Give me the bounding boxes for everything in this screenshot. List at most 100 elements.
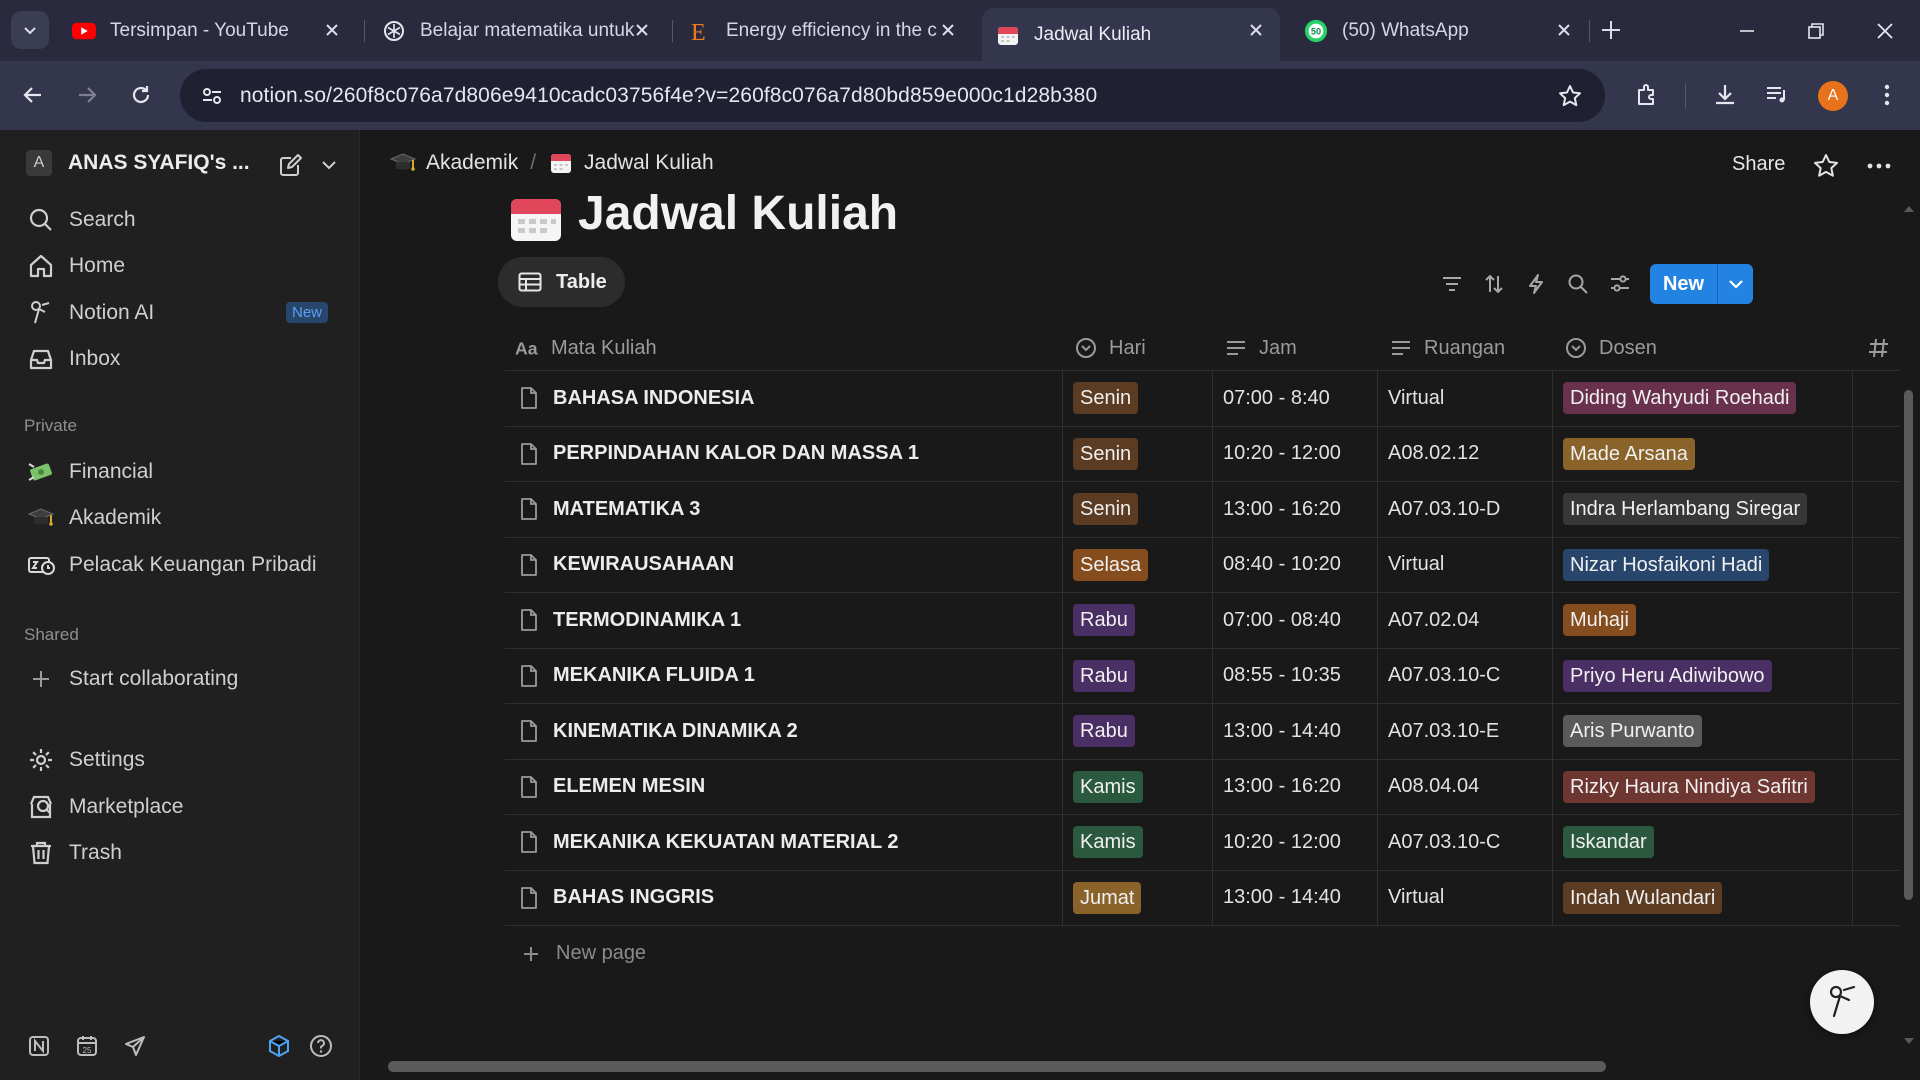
cell-mata-kuliah[interactable]: PERPINDAHAN KALOR DAN MASSA 1 xyxy=(505,426,1063,481)
table-row[interactable]: KINEMATIKA DINAMIKA 2 Rabu 13:00 - 14:40 A0… xyxy=(505,704,1900,760)
column-header-dosen[interactable]: Dosen xyxy=(1553,326,1853,371)
url-text[interactable]: notion.so/260f8c076a7d806e9410cadc03756f… xyxy=(240,84,1097,108)
new-page-edit-icon[interactable] xyxy=(278,152,304,178)
cell-ruangan[interactable]: A07.03.10-C xyxy=(1378,648,1553,703)
cell-jam[interactable]: 13:00 - 14:40 xyxy=(1213,704,1378,759)
column-header-mata-kuliah[interactable]: Aa Mata Kuliah xyxy=(505,326,1063,371)
cell-jam[interactable]: 07:00 - 08:40 xyxy=(1213,593,1378,648)
cell-mata-kuliah[interactable]: MEKANIKA FLUIDA 1 xyxy=(505,648,1063,703)
view-settings-icon[interactable] xyxy=(1607,271,1633,297)
table-row[interactable]: ELEMEN MESIN Kamis 13:00 - 16:20 A08.04.04 R… xyxy=(505,759,1900,815)
close-icon[interactable] xyxy=(938,20,958,40)
cell-mata-kuliah[interactable]: BAHASA INDONESIA xyxy=(505,371,1063,426)
cell-hari[interactable]: Senin xyxy=(1063,426,1213,481)
sidebar-item-start-collaborating[interactable]: Start collaborating xyxy=(16,659,344,699)
sidebar-item-settings[interactable]: Settings xyxy=(16,740,344,780)
favorite-star-icon[interactable] xyxy=(1812,152,1840,180)
close-icon[interactable] xyxy=(322,20,342,40)
cell-mata-kuliah[interactable]: MEKANIKA KEKUATAN MATERIAL 2 xyxy=(505,815,1063,870)
profile-avatar[interactable]: A xyxy=(1818,81,1848,111)
cell-empty[interactable] xyxy=(1853,704,1900,759)
table-row[interactable]: KEWIRAUSAHAAN Selasa 08:40 - 10:20 Virtual N… xyxy=(505,537,1900,593)
cell-jam[interactable]: 13:00 - 16:20 xyxy=(1213,759,1378,814)
cell-dosen[interactable]: Muhaji xyxy=(1553,593,1853,648)
tab-youtube[interactable]: Tersimpan - YouTube xyxy=(58,8,356,53)
cell-dosen[interactable]: Nizar Hosfaikoni Hadi xyxy=(1553,537,1853,592)
cell-jam[interactable]: 13:00 - 14:40 xyxy=(1213,870,1378,925)
cell-empty[interactable] xyxy=(1853,482,1900,537)
bookmark-star-icon[interactable] xyxy=(1557,83,1583,109)
cell-empty[interactable] xyxy=(1853,871,1900,926)
cell-empty[interactable] xyxy=(1853,760,1900,815)
cell-mata-kuliah[interactable]: MATEMATIKA 3 xyxy=(505,482,1063,537)
cell-hari[interactable]: Selasa xyxy=(1063,537,1213,592)
cell-empty[interactable] xyxy=(1853,371,1900,426)
cell-hari[interactable]: Rabu xyxy=(1063,593,1213,648)
add-property-button[interactable] xyxy=(1853,326,1900,371)
media-control-button[interactable] xyxy=(1760,78,1794,112)
cell-ruangan[interactable]: A07.03.10-C xyxy=(1378,815,1553,870)
cell-dosen[interactable]: Rizky Haura Nindiya Safitri xyxy=(1553,759,1853,814)
cell-jam[interactable]: 13:00 - 16:20 xyxy=(1213,482,1378,537)
cell-dosen[interactable]: Aris Purwanto xyxy=(1553,704,1853,759)
chevron-down-icon[interactable] xyxy=(320,156,338,174)
sidebar-item-trash[interactable]: Trash xyxy=(16,833,344,873)
page-calendar-icon[interactable] xyxy=(510,196,562,242)
table-row[interactable]: PERPINDAHAN KALOR DAN MASSA 1 Senin 10:20 … xyxy=(505,426,1900,482)
new-tab-button[interactable] xyxy=(1598,17,1624,43)
cell-jam[interactable]: 08:40 - 10:20 xyxy=(1213,537,1378,592)
cell-dosen[interactable]: Iskandar xyxy=(1553,815,1853,870)
reload-button[interactable] xyxy=(124,78,158,112)
cell-empty[interactable] xyxy=(1853,649,1900,704)
tab-table-view[interactable]: Table xyxy=(498,257,625,307)
back-button[interactable] xyxy=(16,78,50,112)
cell-jam[interactable]: 10:20 - 12:00 xyxy=(1213,426,1378,481)
table-row[interactable]: BAHAS INGGRIS Jumat 13:00 - 14:40 Virtual In… xyxy=(505,870,1900,926)
column-header-ruangan[interactable]: Ruangan xyxy=(1378,326,1553,371)
cell-jam[interactable]: 07:00 - 8:40 xyxy=(1213,371,1378,426)
table-row[interactable]: MATEMATIKA 3 Senin 13:00 - 16:20 A07.03.10-… xyxy=(505,482,1900,538)
tab-jadwal-kuliah[interactable]: Jadwal Kuliah xyxy=(982,8,1280,61)
new-page-row[interactable]: New page xyxy=(522,942,646,965)
cell-mata-kuliah[interactable]: KEWIRAUSAHAAN xyxy=(505,537,1063,592)
sidebar-item-inbox[interactable]: Inbox xyxy=(16,339,344,379)
address-bar[interactable]: notion.so/260f8c076a7d806e9410cadc03756f… xyxy=(180,69,1605,122)
tab-search-button[interactable] xyxy=(11,11,49,49)
cell-dosen[interactable]: Indra Herlambang Siregar xyxy=(1553,482,1853,537)
column-header-jam[interactable]: Jam xyxy=(1213,326,1378,371)
tab-energy[interactable]: E Energy efficiency in the c xyxy=(674,8,972,53)
cell-empty[interactable] xyxy=(1853,593,1900,648)
cell-hari[interactable]: Senin xyxy=(1063,482,1213,537)
cell-hari[interactable]: Jumat xyxy=(1063,870,1213,925)
cell-hari[interactable]: Kamis xyxy=(1063,815,1213,870)
vertical-scrollbar-thumb[interactable] xyxy=(1904,390,1913,900)
column-header-hari[interactable]: Hari xyxy=(1063,326,1213,371)
cell-empty[interactable] xyxy=(1853,815,1900,870)
sidebar-item-search[interactable]: Search xyxy=(16,200,344,240)
cell-jam[interactable]: 10:20 - 12:00 xyxy=(1213,815,1378,870)
cell-dosen[interactable]: Priyo Heru Adiwibowo xyxy=(1553,648,1853,703)
cell-ruangan[interactable]: A08.04.04 xyxy=(1378,759,1553,814)
cell-dosen[interactable]: Diding Wahyudi Roehadi xyxy=(1553,371,1853,426)
cell-ruangan[interactable]: A07.02.04 xyxy=(1378,593,1553,648)
calendar-app-icon[interactable]: 25 xyxy=(71,1030,103,1062)
cell-hari[interactable]: Senin xyxy=(1063,371,1213,426)
table-row[interactable]: TERMODINAMIKA 1 Rabu 07:00 - 08:40 A07.02.0… xyxy=(505,593,1900,649)
automation-bolt-icon[interactable] xyxy=(1523,271,1549,297)
cell-mata-kuliah[interactable]: BAHAS INGGRIS xyxy=(505,870,1063,925)
cell-mata-kuliah[interactable]: ELEMEN MESIN xyxy=(505,759,1063,814)
sidebar-item-financial[interactable]: Financial xyxy=(16,452,344,492)
close-window-button[interactable] xyxy=(1868,14,1902,48)
breadcrumb-jadwal-kuliah[interactable]: Jadwal Kuliah xyxy=(548,150,714,176)
templates-icon[interactable] xyxy=(263,1030,295,1062)
cell-hari[interactable]: Kamis xyxy=(1063,759,1213,814)
sort-icon[interactable] xyxy=(1481,271,1507,297)
extensions-button[interactable] xyxy=(1630,78,1664,112)
horizontal-scrollbar-thumb[interactable] xyxy=(388,1061,1606,1072)
search-icon[interactable] xyxy=(1565,271,1591,297)
sidebar-item-akademik[interactable]: Akademik xyxy=(16,498,344,538)
send-icon[interactable] xyxy=(119,1030,151,1062)
tab-chatgpt[interactable]: Belajar matematika untuk xyxy=(368,8,666,53)
tab-whatsapp[interactable]: 50 (50) WhatsApp xyxy=(1290,8,1588,53)
page-title[interactable]: Jadwal Kuliah xyxy=(578,186,898,241)
